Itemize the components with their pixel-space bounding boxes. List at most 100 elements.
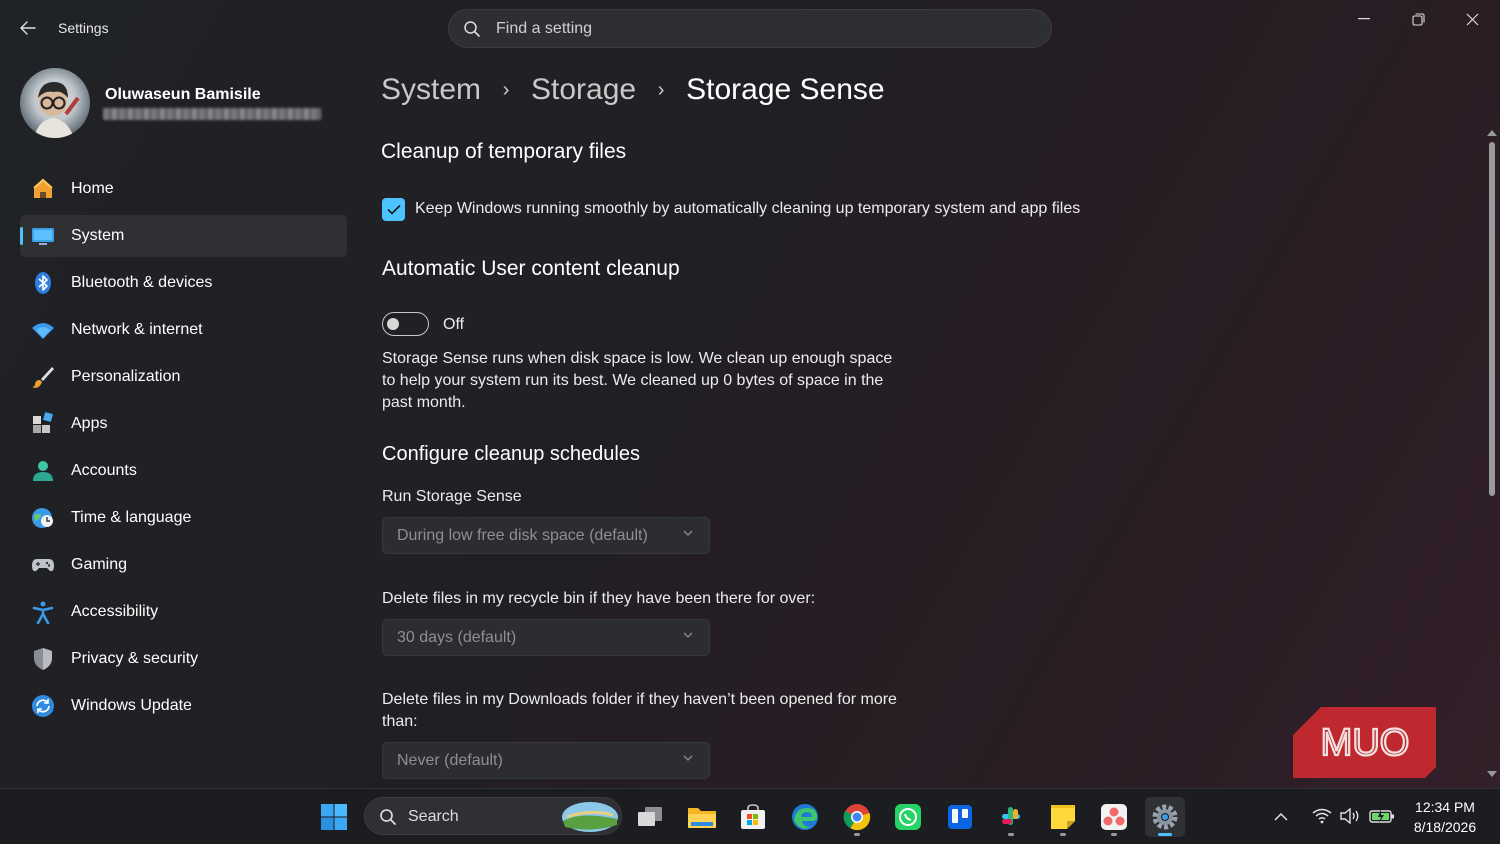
sidebar-item-label: Apps [71, 415, 108, 432]
accessibility-icon [32, 601, 54, 624]
sticky-notes-icon [1051, 805, 1075, 829]
sidebar-item-label: Time & language [71, 509, 192, 526]
sidebar-item-home[interactable]: Home [20, 168, 347, 210]
system-icon [32, 228, 54, 245]
microsoft-store-button[interactable] [733, 797, 773, 837]
auto-cleanup-heading: Automatic User content cleanup [382, 257, 680, 280]
clock-time: 12:34 PM [1415, 799, 1475, 815]
recycle-bin-dropdown[interactable]: 30 days (default) [382, 619, 710, 656]
auto-cleanup-toggle[interactable] [382, 312, 429, 336]
sidebar-item-label: Bluetooth & devices [71, 274, 213, 291]
slack-button[interactable] [991, 797, 1031, 837]
account-icon [33, 461, 53, 481]
running-indicator [1060, 833, 1066, 836]
sidebar-item-time-language[interactable]: Time & language [20, 497, 347, 539]
whatsapp-button[interactable] [888, 797, 928, 837]
battery-charging-icon [1369, 809, 1394, 823]
taskbar-search-label: Search [408, 808, 459, 825]
profile-name: Oluwaseun Bamisile [105, 86, 261, 103]
chevron-down-icon [683, 755, 693, 761]
watermark-text: MUO [1321, 722, 1410, 764]
settings-search[interactable] [448, 9, 1052, 48]
bluetooth-icon [35, 272, 51, 294]
sidebar-item-accessibility[interactable]: Accessibility [20, 591, 347, 633]
sidebar-item-gaming[interactable]: Gaming [20, 544, 347, 586]
close-button[interactable] [1449, 6, 1495, 32]
breadcrumb-storage[interactable]: Storage [531, 73, 636, 107]
whatsapp-icon [895, 804, 921, 830]
taskbar-clock[interactable]: 12:34 PM 8/18/2026 [1404, 797, 1486, 837]
sidebar-item-label: Privacy & security [71, 650, 199, 667]
sidebar-item-label: System [71, 227, 125, 244]
search-icon [380, 809, 396, 825]
active-indicator [1158, 833, 1172, 836]
asana-button[interactable] [1094, 797, 1134, 837]
windows-start-icon [321, 804, 347, 830]
sticky-notes-button[interactable] [1043, 797, 1083, 837]
restore-button[interactable] [1395, 6, 1441, 32]
downloads-dropdown[interactable]: Never (default) [382, 742, 710, 779]
network-status-button[interactable] [1312, 797, 1332, 835]
sidebar-item-privacy[interactable]: Privacy & security [20, 638, 347, 680]
file-explorer-button[interactable] [682, 797, 722, 837]
sidebar-item-accounts[interactable]: Accounts [20, 450, 347, 492]
edge-button[interactable] [785, 797, 825, 837]
breadcrumb: System › Storage › Storage Sense [381, 68, 885, 112]
chevron-down-icon [683, 530, 693, 536]
taskbar-search[interactable]: Search [364, 797, 622, 835]
store-icon [741, 804, 765, 829]
avatar-image [34, 82, 80, 138]
cleanup-heading: Cleanup of temporary files [381, 140, 627, 163]
volume-button[interactable] [1340, 797, 1362, 835]
sidebar-item-label: Accounts [71, 462, 137, 479]
home-icon [33, 178, 53, 198]
sidebar-item-system[interactable]: System [20, 215, 347, 257]
avatar[interactable] [20, 68, 90, 138]
clock-date: 8/18/2026 [1413, 819, 1477, 835]
minimize-button[interactable] [1341, 6, 1387, 32]
minimize-icon [1358, 18, 1370, 20]
trello-icon [948, 805, 972, 829]
edge-icon [792, 804, 818, 830]
cleanup-checkbox-label[interactable]: Keep Windows running smoothly by automat… [415, 198, 1080, 220]
dropdown-value: 30 days (default) [397, 629, 517, 646]
toggle-knob [387, 318, 399, 330]
scrollbar-thumb[interactable] [1489, 142, 1495, 496]
schedules-heading: Configure cleanup schedules [382, 443, 640, 465]
sidebar-item-label: Accessibility [71, 603, 159, 620]
trello-button[interactable] [940, 797, 980, 837]
restore-icon [1411, 12, 1425, 26]
dropdown-value: During low free disk space (default) [397, 527, 648, 544]
sidebar-item-personalization[interactable]: Personalization [20, 356, 347, 398]
chrome-button[interactable] [837, 797, 877, 837]
run-storage-sense-dropdown[interactable]: During low free disk space (default) [382, 517, 710, 554]
chevron-up-icon [1274, 812, 1288, 821]
settings-taskbar-button[interactable] [1145, 797, 1185, 837]
search-input[interactable] [496, 17, 1016, 41]
scroll-down-icon[interactable] [1486, 770, 1498, 779]
task-view-icon [638, 807, 662, 826]
dropdown-value: Never (default) [397, 752, 503, 769]
breadcrumb-system[interactable]: System [381, 73, 481, 107]
sidebar-item-windows-update[interactable]: Windows Update [20, 685, 347, 727]
show-hidden-icons-button[interactable] [1274, 797, 1288, 835]
sidebar-nav: Home System Bluetooth & devices Network … [20, 168, 347, 732]
back-button[interactable] [14, 16, 42, 40]
battery-button[interactable] [1369, 797, 1395, 835]
sidebar-item-bluetooth[interactable]: Bluetooth & devices [20, 262, 347, 304]
task-view-button[interactable] [630, 797, 670, 837]
sidebar-item-network[interactable]: Network & internet [20, 309, 347, 351]
cleanup-checkbox[interactable] [382, 198, 405, 221]
scroll-up-icon[interactable] [1486, 128, 1498, 137]
page-title: Storage Sense [686, 73, 885, 106]
sidebar-item-apps[interactable]: Apps [20, 403, 347, 445]
run-storage-sense-label: Run Storage Sense [382, 488, 522, 505]
start-button[interactable] [314, 797, 354, 837]
sidebar-item-label: Personalization [71, 368, 181, 385]
file-explorer-icon [688, 808, 716, 828]
settings-window: Settings Oluwaseun Bamisile [0, 0, 1500, 788]
asana-icon [1101, 804, 1127, 830]
sidebar-item-label: Home [71, 180, 114, 197]
profile-email-redacted [103, 108, 321, 120]
shield-icon [34, 648, 52, 670]
